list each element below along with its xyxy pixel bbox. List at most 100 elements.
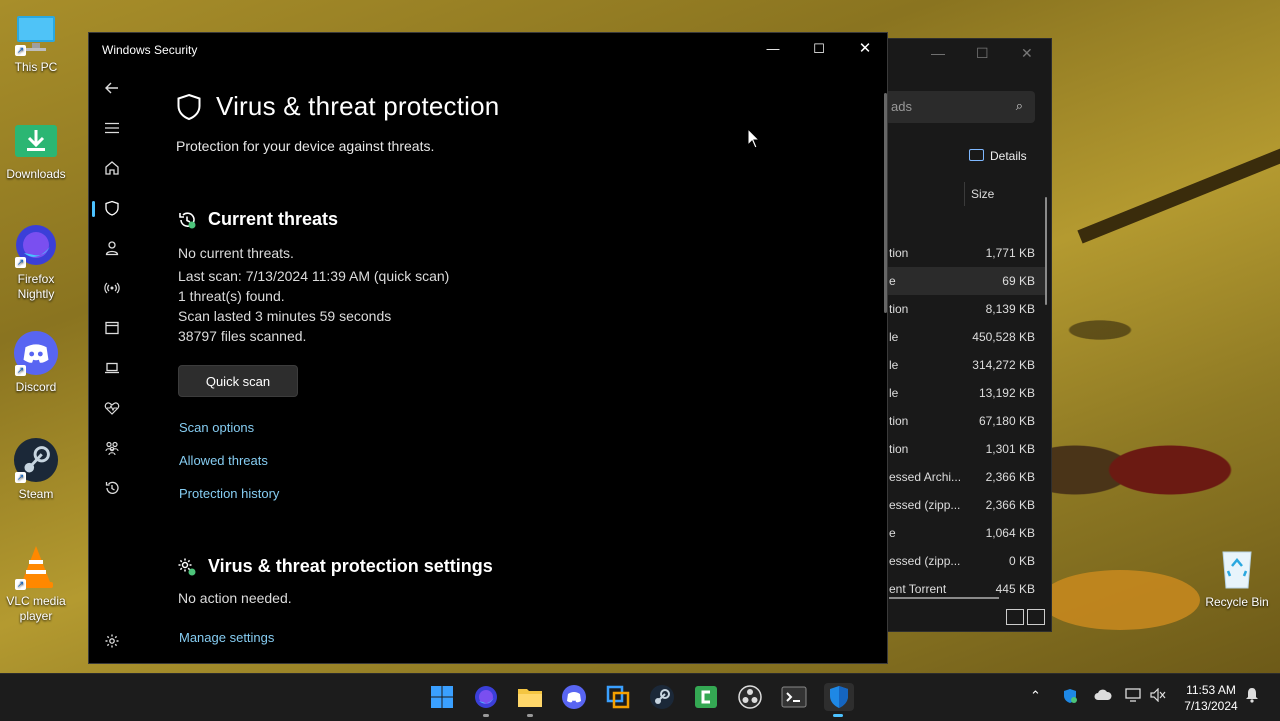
account-person-icon[interactable] <box>99 235 125 261</box>
threat-status: No current threats. <box>178 245 294 261</box>
large-icons-view-icon[interactable] <box>1027 609 1045 625</box>
file-size: 1,771 KB <box>985 246 1035 260</box>
shield-icon[interactable] <box>99 195 125 221</box>
desktop-icon-vlc[interactable]: ↗ VLC media player <box>0 544 72 624</box>
camtasia-taskbar-icon[interactable] <box>692 683 720 711</box>
chevron-up-icon[interactable]: ⌃ <box>1030 688 1041 704</box>
file-size: 445 KB <box>995 582 1035 593</box>
file-row[interactable]: tion 1,771 KB <box>861 239 1045 267</box>
quick-scan-button[interactable]: Quick scan <box>178 365 298 397</box>
details-button[interactable]: Details <box>969 149 1027 163</box>
explorer-search-input[interactable]: ads ⌕ <box>885 91 1035 123</box>
file-type: le <box>889 386 899 400</box>
scan-duration-info: Scan lasted 3 minutes 59 seconds <box>178 308 392 324</box>
details-pane-icon <box>969 149 984 161</box>
file-row[interactable]: e 69 KB <box>861 267 1045 295</box>
defender-tray-icon[interactable] <box>1062 688 1078 707</box>
virtual-machine-taskbar-icon[interactable] <box>604 683 632 711</box>
explorer-titlebar[interactable]: — ☐ ✕ <box>861 39 1051 69</box>
file-row[interactable]: essed Archi... 2,366 KB <box>861 463 1045 491</box>
obs-studio-taskbar-icon[interactable] <box>736 683 764 711</box>
desktop-icon-steam[interactable]: ↗ Steam <box>0 437 72 502</box>
active-indicator <box>92 201 95 217</box>
file-type: essed (zipp... <box>889 498 961 512</box>
file-row[interactable]: tion 8,139 KB <box>861 295 1045 323</box>
protection-history-link[interactable]: Protection history <box>179 486 279 501</box>
file-size: 1,064 KB <box>985 526 1035 540</box>
maximize-icon[interactable]: ☐ <box>976 45 989 62</box>
file-explorer-window[interactable]: — ☐ ✕ ads ⌕ Details Size tion 1,771 KB e 6… <box>860 38 1052 632</box>
file-row[interactable]: le 450,528 KB <box>861 323 1045 351</box>
terminal-taskbar-icon[interactable] <box>780 683 808 711</box>
speaker-muted-icon[interactable] <box>1150 687 1166 705</box>
laptop-icon[interactable] <box>99 355 125 381</box>
desktop-icon-discord[interactable]: ↗ Discord <box>0 330 72 395</box>
file-type: tion <box>889 302 909 316</box>
file-row[interactable]: ent Torrent 445 KB <box>861 575 1045 593</box>
desktop-icon-this-pc[interactable]: ↗ This PC <box>0 10 72 75</box>
details-label: Details <box>990 149 1027 163</box>
file-size: 2,366 KB <box>985 470 1035 484</box>
horizontal-scrollbar[interactable] <box>889 597 999 599</box>
family-options-icon[interactable] <box>99 435 125 461</box>
file-row[interactable]: essed (zipp... 2,366 KB <box>861 491 1045 519</box>
allowed-threats-link[interactable]: Allowed threats <box>179 453 268 468</box>
discord-icon: ↗ <box>13 330 59 376</box>
mouse-cursor-icon <box>747 128 761 149</box>
desktop-icon-label: Recycle Bin <box>1205 595 1269 609</box>
desktop-icon-downloads[interactable]: Downloads <box>0 117 72 182</box>
history-icon[interactable] <box>99 475 125 501</box>
onedrive-cloud-icon[interactable] <box>1094 688 1112 705</box>
wallpaper-beam <box>1077 133 1280 244</box>
start-windows-icon[interactable] <box>428 683 456 711</box>
app-browser-control-icon[interactable] <box>99 315 125 341</box>
close-icon[interactable]: ✕ <box>1021 45 1033 62</box>
clock-date: 7/13/2024 <box>1184 699 1238 713</box>
file-explorer-taskbar-icon[interactable] <box>516 683 544 717</box>
vertical-scrollbar[interactable] <box>1045 197 1047 305</box>
steam-taskbar-icon[interactable] <box>648 683 676 711</box>
windows-security-window[interactable]: Windows Security — ☐ ✕ Virus & threat pr… <box>88 32 888 664</box>
file-row[interactable]: le 13,192 KB <box>861 379 1045 407</box>
file-type: le <box>889 330 899 344</box>
discord-taskbar-icon[interactable] <box>560 683 588 711</box>
file-size: 0 KB <box>1008 554 1035 568</box>
threats-found-info: 1 threat(s) found. <box>178 288 285 304</box>
desktop-icon-label: This PC <box>14 60 58 74</box>
notification-bell-icon[interactable] <box>1245 687 1259 706</box>
back-arrow-icon[interactable] <box>99 75 125 101</box>
page-header: Virus & threat protection <box>176 91 499 122</box>
file-type: ent Torrent <box>889 582 947 593</box>
hamburger-menu-icon[interactable] <box>99 115 125 141</box>
file-row[interactable]: tion 67,180 KB <box>861 407 1045 435</box>
windows-security-taskbar-icon[interactable] <box>824 683 854 717</box>
desktop-icon-recycle-bin[interactable]: Recycle Bin <box>1201 545 1273 610</box>
firefox-nightly-taskbar-icon[interactable] <box>472 683 500 717</box>
display-network-icon[interactable] <box>1125 688 1141 705</box>
settings-gear-icon <box>178 558 196 575</box>
file-row[interactable]: le 314,272 KB <box>861 351 1045 379</box>
steam-icon: ↗ <box>13 437 59 483</box>
size-column-header[interactable]: Size <box>964 182 1051 206</box>
file-row[interactable]: tion 1,301 KB <box>861 435 1045 463</box>
desktop-icon-firefox-nightly[interactable]: ↗ Firefox Nightly <box>0 222 72 302</box>
minimize-icon[interactable]: — <box>931 45 945 61</box>
content-scrollbar[interactable] <box>884 93 887 313</box>
heart-pulse-icon[interactable] <box>99 395 125 421</box>
scan-options-link[interactable]: Scan options <box>179 420 254 435</box>
details-view-icon[interactable] <box>1006 609 1024 625</box>
network-antenna-icon[interactable] <box>99 275 125 301</box>
desktop-icon-label: Steam <box>18 487 54 501</box>
file-type: tion <box>889 246 909 260</box>
search-icon: ⌕ <box>1015 98 1023 113</box>
file-row[interactable]: e 1,064 KB <box>861 519 1045 547</box>
shortcut-arrow-icon: ↗ <box>15 45 26 56</box>
settings-gear-icon[interactable] <box>99 628 125 654</box>
page-title: Virus & threat protection <box>216 91 500 121</box>
file-row[interactable]: essed (zipp... 0 KB <box>861 547 1045 575</box>
system-clock[interactable]: 11:53 AM 7/13/2024 <box>1180 682 1242 714</box>
file-size: 314,272 KB <box>972 358 1035 372</box>
home-icon[interactable] <box>99 155 125 181</box>
manage-settings-link[interactable]: Manage settings <box>179 630 274 645</box>
file-type: le <box>889 358 899 372</box>
